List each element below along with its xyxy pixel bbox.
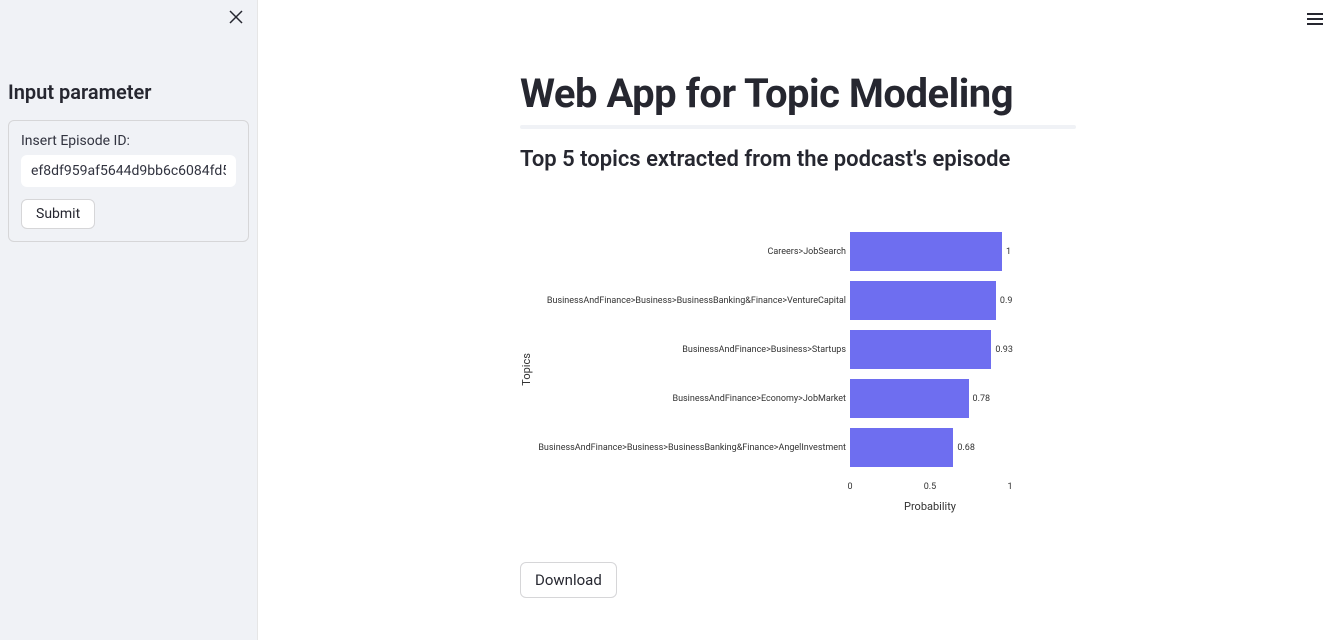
bar-value-label: 0.68 — [957, 443, 975, 453]
bar-category-label: BusinessAndFinance>Business>BusinessBank… — [538, 443, 846, 453]
bar-value-label: 0.78 — [973, 394, 991, 404]
download-button[interactable]: Download — [520, 562, 617, 598]
sidebar: Input parameter Insert Episode ID: Submi… — [0, 0, 258, 640]
bar-category-label: BusinessAndFinance>Business>BusinessBank… — [547, 296, 846, 306]
bar-row: BusinessAndFinance>Business>BusinessBank… — [850, 428, 1010, 467]
page-title: Web App for Topic Modeling — [520, 70, 1080, 117]
bar — [850, 428, 953, 467]
bar — [850, 379, 969, 418]
sidebar-content: Input parameter Insert Episode ID: Submi… — [8, 8, 249, 242]
bar — [850, 281, 996, 320]
bar — [850, 232, 1002, 271]
main-content: Web App for Topic Modeling Top 5 topics … — [258, 0, 1336, 640]
x-tick: 0 — [847, 482, 852, 492]
bar-row: BusinessAndFinance>Economy>JobMarket 0.7… — [850, 379, 1010, 418]
x-tick: 1 — [1007, 482, 1012, 492]
bar-value-label: 0.9 — [1000, 296, 1013, 306]
episode-id-input[interactable] — [21, 155, 236, 187]
sidebar-heading: Input parameter — [8, 80, 249, 104]
episode-id-label: Insert Episode ID: — [21, 133, 236, 149]
bar-chart: Topics Careers>JobSearch 1 BusinessAndFi… — [520, 212, 1080, 532]
x-tick: 0.5 — [924, 482, 937, 492]
bar-value-label: 1 — [1006, 247, 1011, 257]
bars-container: Careers>JobSearch 1 BusinessAndFinance>B… — [850, 232, 1010, 482]
y-axis-label: Topics — [520, 353, 533, 386]
bar-category-label: BusinessAndFinance>Economy>JobMarket — [672, 394, 846, 404]
title-divider — [520, 125, 1076, 129]
bar-category-label: Careers>JobSearch — [768, 247, 846, 257]
bar — [850, 330, 991, 369]
submit-button[interactable]: Submit — [21, 199, 95, 229]
x-axis-label: Probability — [850, 500, 1010, 513]
x-ticks: 0 0.5 1 — [850, 482, 1010, 494]
close-sidebar-button[interactable] — [225, 8, 247, 30]
main-inner: Web App for Topic Modeling Top 5 topics … — [520, 70, 1080, 598]
sub-heading: Top 5 topics extracted from the podcast'… — [520, 147, 1080, 172]
close-icon — [229, 10, 243, 29]
bar-category-label: BusinessAndFinance>Business>Startups — [682, 345, 846, 355]
bar-row: BusinessAndFinance>Business>Startups 0.9… — [850, 330, 1010, 369]
bar-value-label: 0.93 — [995, 345, 1013, 355]
bar-row: Careers>JobSearch 1 — [850, 232, 1010, 271]
input-form-card: Insert Episode ID: Submit — [8, 120, 249, 242]
bar-row: BusinessAndFinance>Business>BusinessBank… — [850, 281, 1010, 320]
